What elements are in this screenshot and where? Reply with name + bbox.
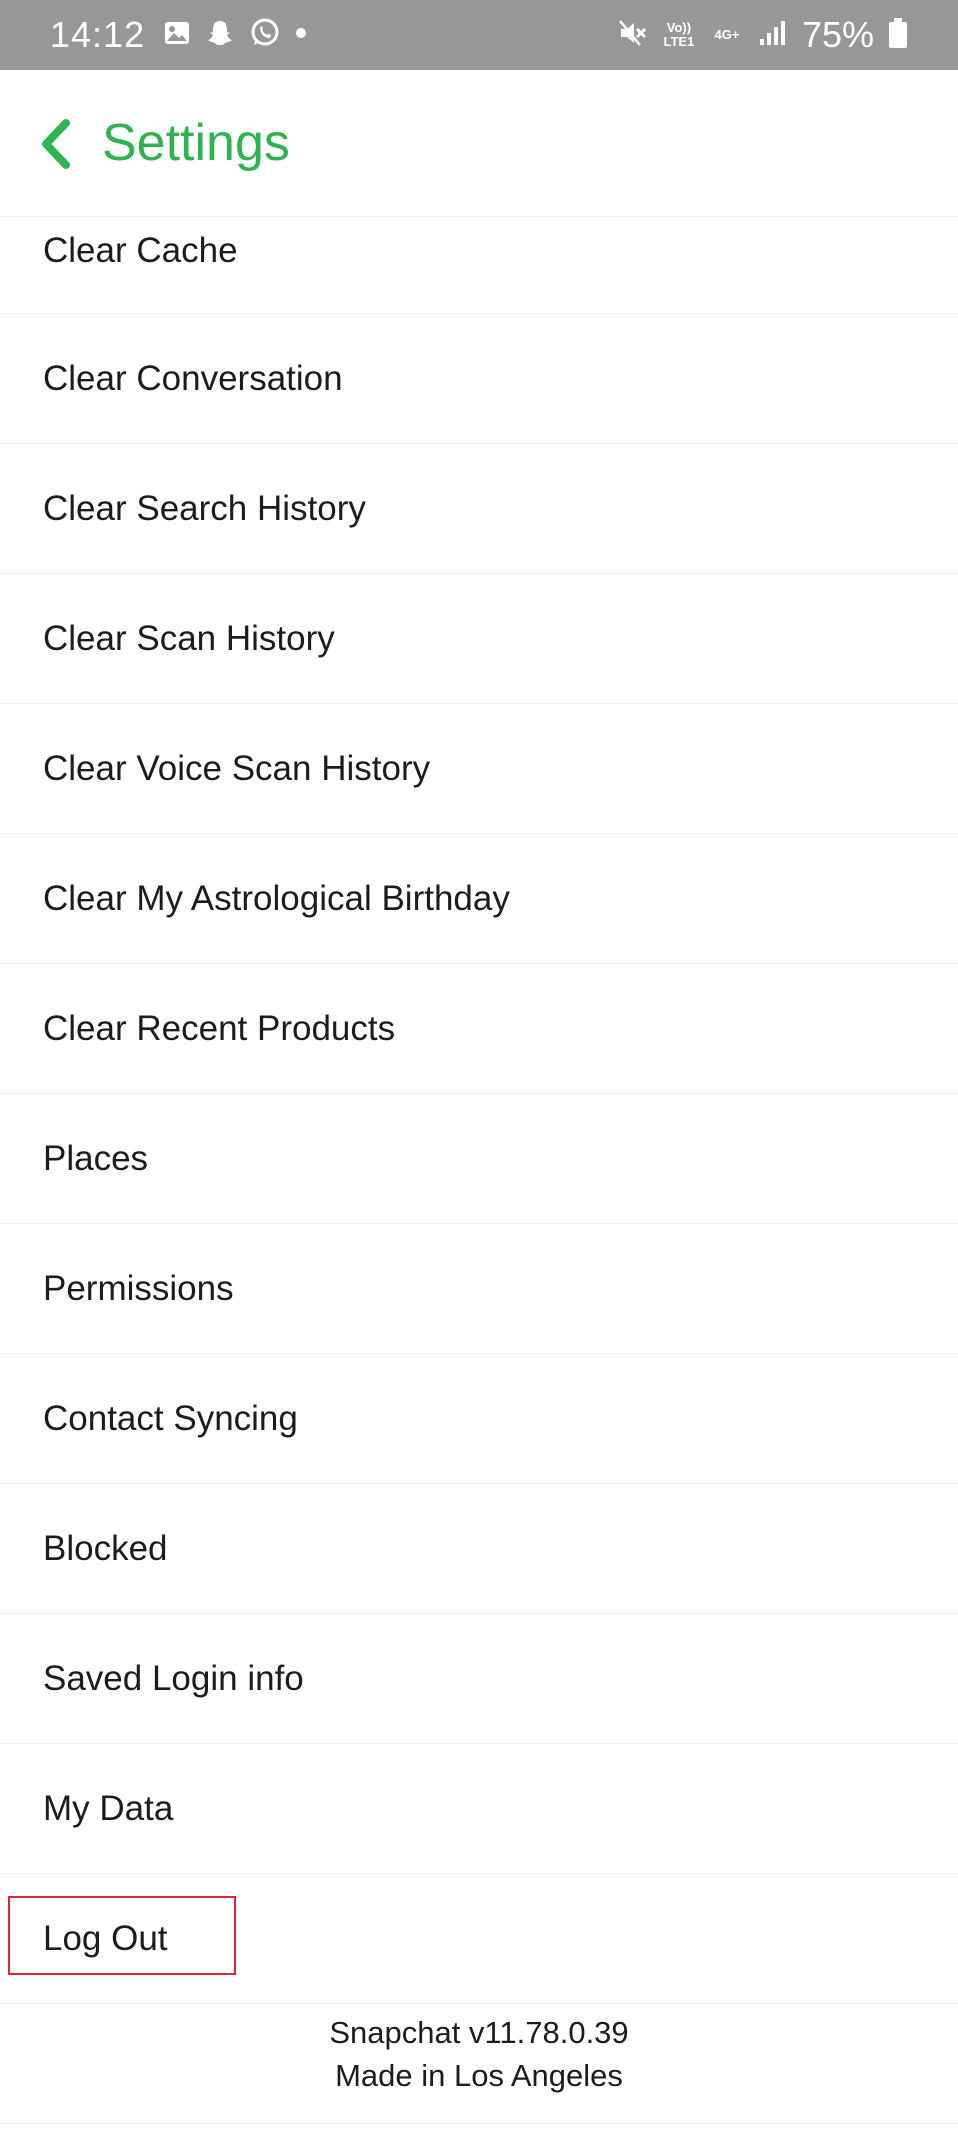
snapchat-ghost-icon <box>205 18 235 53</box>
settings-item-clear-cache[interactable]: Clear Cache <box>0 217 958 314</box>
settings-item-my-data[interactable]: My Data <box>0 1744 958 1874</box>
battery-percent: 75% <box>801 14 874 55</box>
settings-item-label: My Data <box>43 1788 174 1828</box>
notification-icons <box>163 17 307 54</box>
settings-item-clear-search-history[interactable]: Clear Search History <box>0 444 958 574</box>
app-footer: Snapchat v11.78.0.39 Made in Los Angeles <box>0 2011 958 2097</box>
settings-item-clear-recent-products[interactable]: Clear Recent Products <box>0 964 958 1094</box>
settings-item-saved-login-info[interactable]: Saved Login info <box>0 1614 958 1744</box>
settings-item-clear-scan-history[interactable]: Clear Scan History <box>0 574 958 704</box>
bottom-divider <box>0 2123 958 2124</box>
settings-item-label: Clear Search History <box>43 488 366 528</box>
settings-item-log-out[interactable]: Log Out <box>0 1874 958 2004</box>
settings-item-label: Clear My Astrological Birthday <box>43 878 510 918</box>
mute-icon <box>618 18 648 53</box>
settings-item-blocked[interactable]: Blocked <box>0 1484 958 1614</box>
settings-header: Settings <box>0 70 958 217</box>
settings-item-label: Clear Voice Scan History <box>43 748 431 788</box>
settings-item-label: Clear Recent Products <box>43 1008 396 1048</box>
settings-item-label: Permissions <box>43 1268 234 1308</box>
app-version: Snapchat v11.78.0.39 <box>329 2015 629 2050</box>
settings-item-label: Places <box>43 1138 149 1178</box>
signal-icon <box>758 19 788 52</box>
settings-item-label: Clear Scan History <box>43 618 335 658</box>
gallery-icon <box>163 19 191 52</box>
settings-item-clear-conversation[interactable]: Clear Conversation <box>0 314 958 444</box>
settings-item-clear-voice-scan-history[interactable]: Clear Voice Scan History <box>0 704 958 834</box>
status-time: 14:12 <box>50 14 146 55</box>
chevron-left-icon <box>42 119 70 169</box>
network-4g-label: 4G+ <box>714 27 740 42</box>
status-bar: 14:12 Vo)) LTE1 4G+ 75% <box>0 0 958 70</box>
whatsapp-icon <box>249 17 281 54</box>
battery-icon <box>888 17 908 54</box>
system-status-icons: Vo)) LTE1 4G+ 75% <box>618 14 908 56</box>
made-in-label: Made in Los Angeles <box>335 2058 623 2093</box>
dot-icon <box>295 26 307 44</box>
settings-item-places[interactable]: Places <box>0 1094 958 1224</box>
settings-item-contact-syncing[interactable]: Contact Syncing <box>0 1354 958 1484</box>
log-out-label: Log Out <box>43 1918 168 1958</box>
settings-item-label: Saved Login info <box>43 1658 304 1698</box>
settings-item-label: Blocked <box>43 1528 168 1568</box>
settings-item-label: Contact Syncing <box>43 1398 298 1438</box>
settings-item-label: Clear Conversation <box>43 358 343 398</box>
settings-list: Clear Cache Clear Conversation Clear Sea… <box>0 217 958 2004</box>
settings-item-clear-astrological-birthday[interactable]: Clear My Astrological Birthday <box>0 834 958 964</box>
network-lte-label: Vo)) LTE1 <box>663 20 695 49</box>
back-button[interactable] <box>30 114 80 174</box>
settings-item-permissions[interactable]: Permissions <box>0 1224 958 1354</box>
page-title: Settings <box>102 114 290 172</box>
settings-item-label: Clear Cache <box>43 231 238 270</box>
